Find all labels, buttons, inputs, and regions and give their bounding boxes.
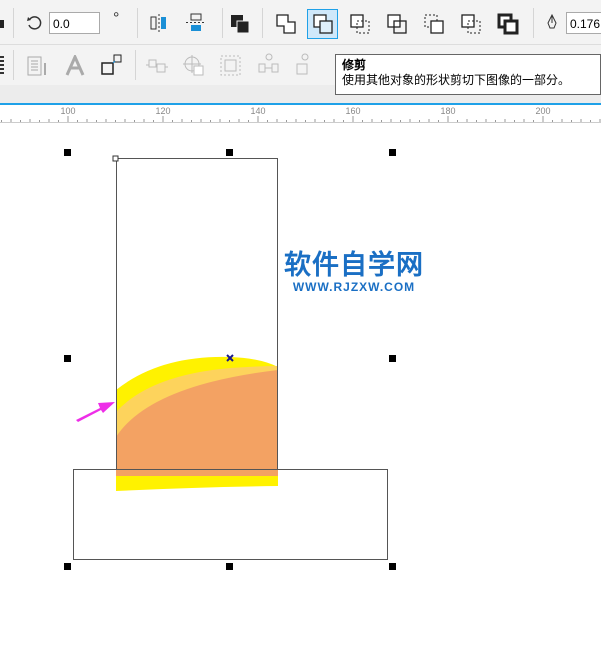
ruler-label: 160 [345,106,361,116]
tooltip-description: 使用其他对象的形状剪切下图像的一部分。 [342,73,571,87]
tooltip: 修剪 使用其他对象的形状剪切下图像的一部分。 [335,54,601,95]
pen-nib-icon [547,14,557,29]
drawing-canvas[interactable] [0,123,601,655]
mirror-vertical-icon[interactable] [186,12,206,34]
ruler-label: 180 [440,106,456,116]
divider [13,50,14,80]
align-icon[interactable] [146,55,168,77]
divider [262,8,263,38]
group-frame-icon[interactable] [220,55,242,77]
boundary-icon[interactable] [497,13,519,35]
ruler-label: 120 [155,106,171,116]
rotation-input[interactable]: 0.0 [49,12,100,34]
weld-icon[interactable] [275,13,297,35]
watermark: 软件自学网 WWW.RJZXW.COM [281,250,427,294]
text-properties-icon[interactable] [27,55,49,77]
watermark-title: 软件自学网 [284,250,424,280]
orange-strip [116,470,278,476]
divider [222,8,223,38]
ruler-label: 200 [535,106,551,116]
mirror-horizontal-icon[interactable] [149,14,169,32]
ruler-label: 140 [250,106,266,116]
ruler-label: 100 [60,106,76,116]
distribute-icon[interactable] [257,53,281,77]
combine-icon[interactable] [229,13,251,35]
rotate-icon [27,16,42,30]
back-minus-front-icon[interactable] [460,13,482,35]
lock-icon[interactable] [294,53,316,77]
partial-icon [0,20,4,28]
divider [13,8,14,38]
list-icon [0,56,4,74]
divider [135,50,136,80]
front-minus-back-icon[interactable] [423,13,445,35]
intersect-icon[interactable] [349,13,371,35]
node-marker[interactable] [112,155,119,162]
horizontal-ruler[interactable]: 100 120 140 160 180 200 [0,105,601,123]
property-bar: 0.0 ° 0.176 [0,0,601,45]
trim-icon[interactable] [312,13,334,35]
degree-label: ° [113,10,120,27]
center-icon[interactable] [183,55,205,77]
watermark-url: WWW.RJZXW.COM [292,280,416,294]
outline-width-input[interactable]: 0.176 [566,12,601,34]
divider [137,8,138,38]
tooltip-title: 修剪 [342,58,367,72]
text-font-icon[interactable] [64,55,86,77]
divider [533,8,534,38]
ruler-ticks [1,116,601,122]
simplify-icon[interactable] [386,13,408,35]
arrow-pointer-icon [76,402,115,422]
node-edit-icon[interactable] [101,54,123,76]
